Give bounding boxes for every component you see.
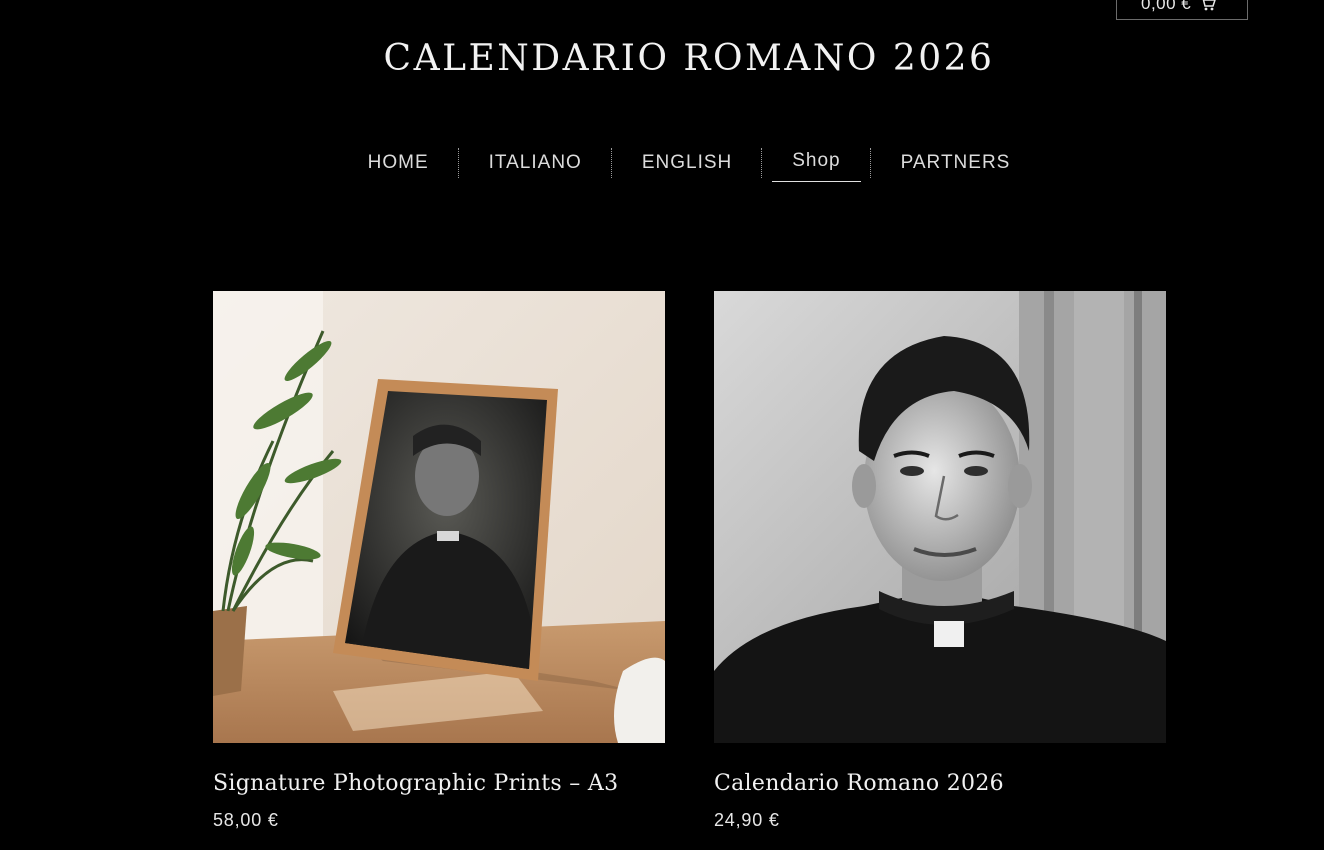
site-title[interactable]: CALENDARIO ROMANO 2026 <box>0 38 1324 79</box>
nav-item-label: ITALIANO <box>488 152 582 173</box>
cart-total: 0,00 € <box>1141 0 1192 13</box>
nav-item-home[interactable]: HOME <box>338 146 459 180</box>
product-name[interactable]: Signature Photographic Prints – A3 <box>213 771 665 796</box>
product-name[interactable]: Calendario Romano 2026 <box>714 771 1166 796</box>
shopping-cart-icon <box>1199 0 1217 12</box>
product-price: 24,90 € <box>714 810 780 830</box>
nav-item-english[interactable]: ENGLISH <box>612 146 763 180</box>
product-card: Calendario Romano 2026 24,90 € <box>714 291 1166 831</box>
nav-item-partners[interactable]: PARTNERS <box>871 146 1041 180</box>
product-price: 58,00 € <box>213 810 279 830</box>
nav-item-shop[interactable]: Shop <box>762 144 872 182</box>
nav-item-italiano[interactable]: ITALIANO <box>459 146 613 180</box>
product-image[interactable] <box>714 291 1166 743</box>
nav-item-label: Shop <box>772 144 861 182</box>
nav-item-label: PARTNERS <box>900 152 1011 173</box>
product-card: Signature Photographic Prints – A3 58,00… <box>213 291 665 831</box>
nav-item-label: ENGLISH <box>641 152 733 173</box>
nav-item-label: HOME <box>367 152 429 173</box>
main-nav: HOME ITALIANO ENGLISH Shop PARTNERS <box>0 144 1324 182</box>
cart-button[interactable]: 0,00 € <box>1116 0 1248 20</box>
product-image[interactable] <box>213 291 665 743</box>
